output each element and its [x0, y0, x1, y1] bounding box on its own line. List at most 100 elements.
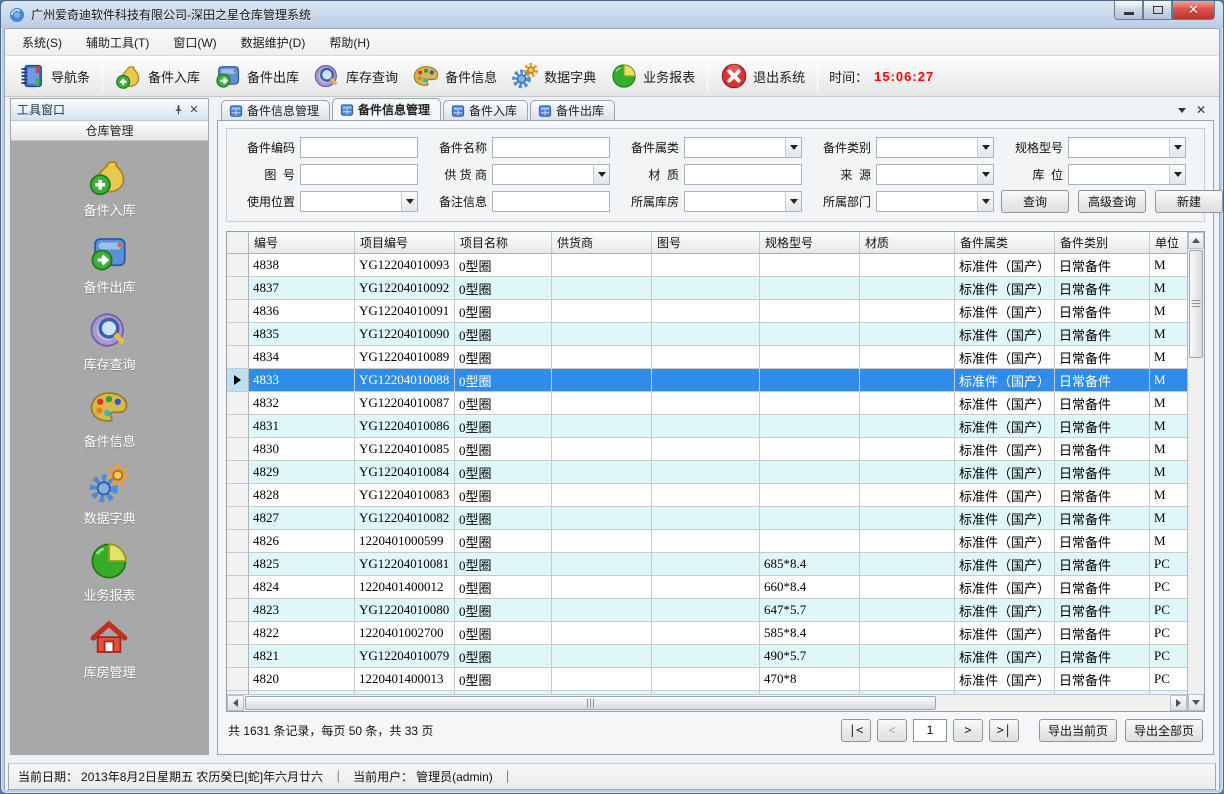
grid-cell[interactable] — [552, 346, 652, 369]
grid-cell[interactable]: YG12204010079 — [355, 645, 455, 668]
chevron-down-icon[interactable] — [977, 165, 993, 184]
material-input[interactable] — [684, 164, 802, 185]
row-header-cell[interactable] — [227, 599, 249, 622]
grid-cell[interactable]: 日常备件 — [1055, 346, 1150, 369]
grid-cell[interactable]: 0型圈 — [455, 369, 552, 392]
grid-cell[interactable]: 标准件（国产） — [955, 622, 1055, 645]
row-header-cell[interactable] — [227, 507, 249, 530]
sidebar-item-data-dictionary[interactable]: 数据字典 — [83, 463, 135, 527]
toolbar-nav-bar-button[interactable]: 导航条 — [11, 58, 97, 94]
grid-cell[interactable]: YG12204010085 — [355, 438, 455, 461]
grid-cell[interactable]: M — [1150, 254, 1187, 277]
grid-cell[interactable] — [860, 369, 955, 392]
row-header-cell[interactable] — [227, 346, 249, 369]
row-header-cell[interactable] — [227, 484, 249, 507]
grid-cell[interactable]: 日常备件 — [1055, 507, 1150, 530]
grid-cell[interactable]: 0型圈 — [455, 346, 552, 369]
chevron-down-icon[interactable] — [401, 192, 417, 211]
table-row[interactable]: 4830YG122040100850型圈标准件（国产）日常备件M — [227, 438, 1187, 461]
grid-cell[interactable] — [652, 461, 760, 484]
row-header-cell[interactable] — [227, 553, 249, 576]
remark-input[interactable] — [492, 191, 610, 212]
toolbar-business-report-button[interactable]: 业务报表 — [603, 58, 702, 94]
grid-cell[interactable]: M — [1150, 277, 1187, 300]
grid-cell[interactable] — [760, 438, 860, 461]
grid-cell[interactable] — [652, 622, 760, 645]
grid-cell[interactable] — [552, 254, 652, 277]
grid-cell[interactable] — [652, 599, 760, 622]
grid-cell[interactable] — [860, 438, 955, 461]
table-row[interactable]: 4833YG122040100880型圈标准件（国产）日常备件M — [227, 369, 1187, 392]
grid-cell[interactable]: 4832 — [249, 392, 355, 415]
grid-cell[interactable]: 日常备件 — [1055, 254, 1150, 277]
grid-cell[interactable]: M — [1150, 346, 1187, 369]
column-header-5[interactable]: 图号 — [652, 232, 760, 253]
grid-cell[interactable] — [860, 254, 955, 277]
grid-cell[interactable]: PC — [1150, 576, 1187, 599]
scroll-left-icon[interactable] — [227, 695, 244, 711]
grid-cell[interactable] — [860, 300, 955, 323]
grid-cell[interactable]: 日常备件 — [1055, 323, 1150, 346]
part-category-select[interactable] — [684, 137, 802, 158]
table-row[interactable]: 4827YG122040100820型圈标准件（国产）日常备件M — [227, 507, 1187, 530]
grid-cell[interactable]: 0型圈 — [455, 392, 552, 415]
scroll-up-icon[interactable] — [1188, 232, 1204, 249]
grid-cell[interactable]: 4833 — [249, 369, 355, 392]
tab-part-outbound[interactable]: 备件出库 — [530, 100, 615, 120]
chevron-down-icon[interactable] — [785, 138, 801, 157]
toolbar-part-info-button[interactable]: 备件信息 — [405, 58, 504, 94]
grid-cell[interactable]: 日常备件 — [1055, 461, 1150, 484]
grid-cell[interactable] — [652, 438, 760, 461]
grid-cell[interactable]: YG12204010086 — [355, 415, 455, 438]
grid-cell[interactable] — [552, 507, 652, 530]
grid-cell[interactable] — [552, 300, 652, 323]
grid-cell[interactable]: 0型圈 — [455, 254, 552, 277]
drawing-no-input[interactable] — [300, 164, 418, 185]
spec-model-select[interactable] — [1068, 137, 1186, 158]
chevron-down-icon[interactable] — [785, 192, 801, 211]
grid-cell[interactable]: 4820 — [249, 668, 355, 691]
menu-item-help[interactable]: 帮助(H) — [318, 30, 381, 55]
grid-cell[interactable] — [652, 346, 760, 369]
grid-cell[interactable] — [860, 622, 955, 645]
grid-cell[interactable]: 0型圈 — [455, 277, 552, 300]
grid-cell[interactable]: 日常备件 — [1055, 392, 1150, 415]
grid-cell[interactable] — [652, 484, 760, 507]
next-page-button[interactable]: > — [953, 719, 983, 742]
chevron-down-icon[interactable] — [593, 165, 609, 184]
row-header-cell[interactable] — [227, 668, 249, 691]
grid-cell[interactable]: 0型圈 — [455, 438, 552, 461]
grid-cell[interactable]: 4826 — [249, 530, 355, 553]
grid-cell[interactable] — [760, 369, 860, 392]
chevron-down-icon[interactable] — [1169, 165, 1185, 184]
grid-cell[interactable]: 日常备件 — [1055, 599, 1150, 622]
grid-cell[interactable] — [652, 254, 760, 277]
row-header-cell[interactable] — [227, 415, 249, 438]
grid-cell[interactable] — [652, 668, 760, 691]
scroll-down-icon[interactable] — [1188, 694, 1204, 711]
grid-cell[interactable] — [760, 323, 860, 346]
grid-cell[interactable]: 标准件（国产） — [955, 254, 1055, 277]
grid-cell[interactable]: PC — [1150, 645, 1187, 668]
grid-cell[interactable]: 490*5.7 — [760, 645, 860, 668]
grid-cell[interactable] — [552, 461, 652, 484]
grid-cell[interactable]: 4827 — [249, 507, 355, 530]
grid-cell[interactable]: 日常备件 — [1055, 415, 1150, 438]
grid-cell[interactable] — [552, 438, 652, 461]
grid-cell[interactable] — [552, 530, 652, 553]
grid-cell[interactable] — [860, 576, 955, 599]
grid-cell[interactable]: 4837 — [249, 277, 355, 300]
grid-cell[interactable]: 日常备件 — [1055, 438, 1150, 461]
grid-cell[interactable] — [760, 392, 860, 415]
menu-item-data-maintenance[interactable]: 数据维护(D) — [230, 30, 317, 55]
vertical-scrollbar[interactable] — [1187, 232, 1204, 711]
table-row[interactable]: 4828YG122040100830型圈标准件（国产）日常备件M — [227, 484, 1187, 507]
grid-cell[interactable]: 标准件（国产） — [955, 645, 1055, 668]
toolbar-stock-query-button[interactable]: 库存查询 — [306, 58, 405, 94]
row-header-cell[interactable] — [227, 622, 249, 645]
minimize-button[interactable] — [1114, 1, 1143, 20]
grid-cell[interactable] — [760, 530, 860, 553]
grid-cell[interactable]: 4838 — [249, 254, 355, 277]
grid-cell[interactable]: 4825 — [249, 553, 355, 576]
grid-cell[interactable]: M — [1150, 323, 1187, 346]
